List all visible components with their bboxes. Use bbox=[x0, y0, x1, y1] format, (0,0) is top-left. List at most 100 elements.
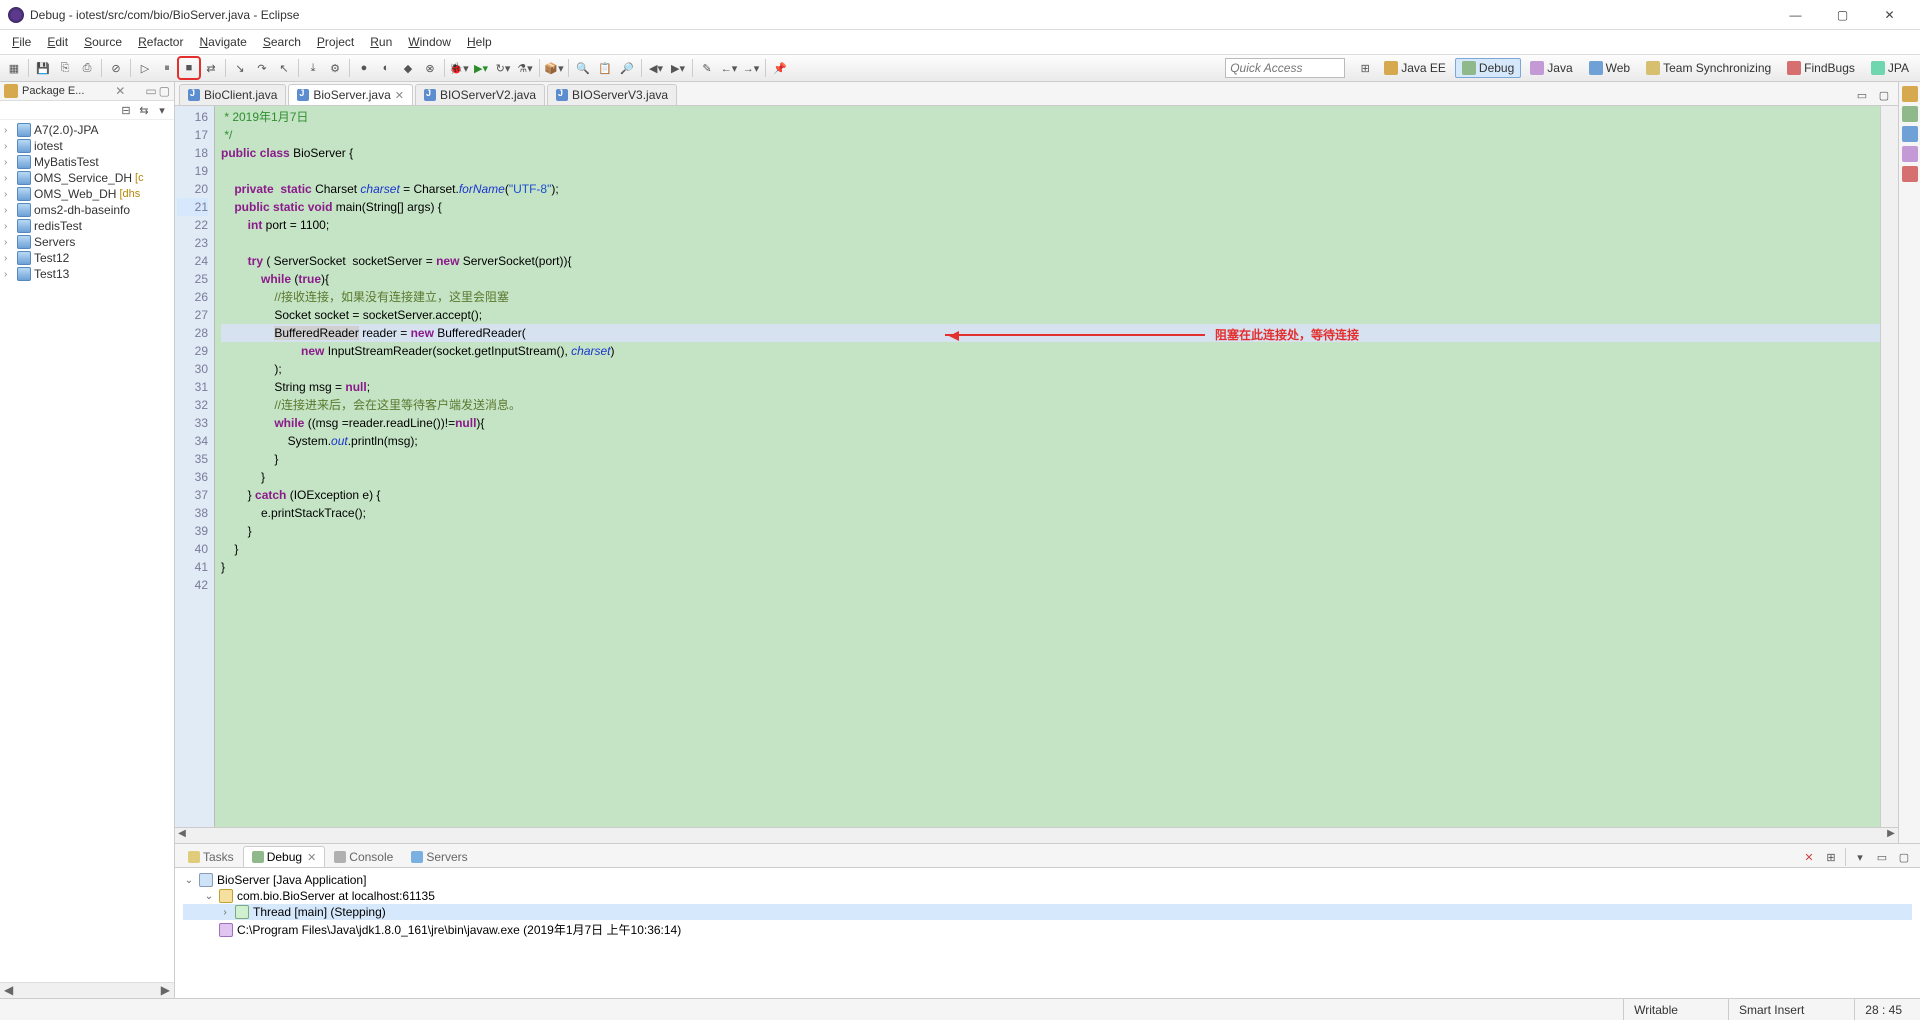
last-edit-icon[interactable]: ✎ bbox=[697, 58, 717, 78]
project-item[interactable]: ›Test13 bbox=[0, 266, 174, 282]
editor-tab[interactable]: BIOServerV2.java bbox=[415, 84, 545, 105]
hscroll-left-icon[interactable]: ◀ bbox=[175, 828, 189, 843]
hscroll-right-icon[interactable]: ▶ bbox=[1884, 828, 1898, 843]
debug-view-remove-icon[interactable]: ✕ bbox=[1799, 847, 1819, 867]
debug-view[interactable]: ⌄BioServer [Java Application] ⌄com.bio.B… bbox=[175, 868, 1920, 998]
perspective-web[interactable]: Web bbox=[1582, 58, 1637, 78]
search-icon[interactable]: 🔎 bbox=[617, 58, 637, 78]
palette-item-4-icon[interactable] bbox=[1902, 146, 1918, 162]
resume-icon[interactable]: ▷ bbox=[135, 58, 155, 78]
collapse-all-icon[interactable]: ⊟ bbox=[118, 102, 134, 118]
bottom-tab-tasks[interactable]: Tasks bbox=[179, 846, 243, 867]
editor-maximize-icon[interactable]: ▢ bbox=[1874, 85, 1894, 105]
print-icon[interactable]: ⎙ bbox=[77, 58, 97, 78]
skip-all-bp-icon[interactable]: ⊗ bbox=[420, 58, 440, 78]
menu-help[interactable]: Help bbox=[459, 33, 500, 51]
bottom-tab-debug[interactable]: Debug✕ bbox=[243, 846, 326, 867]
project-item[interactable]: ›redisTest bbox=[0, 218, 174, 234]
save-icon[interactable]: 💾 bbox=[33, 58, 53, 78]
project-item[interactable]: ›OMS_Web_DH [dhs bbox=[0, 186, 174, 202]
editor-tab[interactable]: BioServer.java✕ bbox=[288, 84, 413, 105]
code-editor[interactable]: 1617181920212223242526272829303132333435… bbox=[175, 106, 1898, 827]
project-item[interactable]: ›A7(2.0)-JPA bbox=[0, 122, 174, 138]
editor-tab[interactable]: BioClient.java bbox=[179, 84, 286, 105]
skip-breakpoints-icon[interactable]: ⊘ bbox=[106, 58, 126, 78]
editor-minimize-icon[interactable]: ▭ bbox=[1852, 85, 1872, 105]
open-perspective-icon[interactable]: ⊞ bbox=[1355, 58, 1375, 78]
debug-dropdown-icon[interactable]: 🐞▾ bbox=[449, 58, 469, 78]
palette-item-2-icon[interactable] bbox=[1902, 106, 1918, 122]
palette-item-5-icon[interactable] bbox=[1902, 166, 1918, 182]
annotation-next-icon[interactable]: ▶▾ bbox=[668, 58, 688, 78]
bottom-tab-servers[interactable]: Servers bbox=[402, 846, 476, 867]
editor-tab[interactable]: BIOServerV3.java bbox=[547, 84, 677, 105]
drop-frame-icon[interactable]: ⤓ bbox=[303, 58, 323, 78]
menu-edit[interactable]: Edit bbox=[39, 33, 76, 51]
terminate-icon[interactable]: ■ bbox=[179, 58, 199, 78]
close-tab-icon[interactable]: ✕ bbox=[307, 851, 316, 864]
perspective-java[interactable]: Java bbox=[1523, 58, 1579, 78]
close-tab-icon[interactable]: ✕ bbox=[395, 89, 404, 102]
perspective-debug[interactable]: Debug bbox=[1455, 58, 1521, 78]
step-into-icon[interactable]: ↘ bbox=[230, 58, 250, 78]
palette-item-1-icon[interactable] bbox=[1902, 86, 1918, 102]
perspective-jee[interactable]: Java EE bbox=[1377, 58, 1453, 78]
scroll-right-icon[interactable]: ▶ bbox=[161, 983, 170, 998]
annotation-prev-icon[interactable]: ◀▾ bbox=[646, 58, 666, 78]
step-filters-icon[interactable]: ⚙ bbox=[325, 58, 345, 78]
forward-icon[interactable]: →▾ bbox=[741, 58, 761, 78]
menu-search[interactable]: Search bbox=[255, 33, 309, 51]
close-button[interactable]: ✕ bbox=[1867, 1, 1912, 29]
minimize-view-icon[interactable]: ▭ bbox=[145, 84, 156, 98]
menu-window[interactable]: Window bbox=[400, 33, 459, 51]
menu-refactor[interactable]: Refactor bbox=[130, 33, 191, 51]
overview-ruler[interactable] bbox=[1880, 106, 1898, 827]
maximize-view-icon[interactable]: ▢ bbox=[159, 84, 170, 98]
link-editor-icon[interactable]: ⇆ bbox=[136, 102, 152, 118]
toggle-breakpoint-icon[interactable]: ● bbox=[354, 58, 374, 78]
view-menu-icon-2[interactable]: ▾ bbox=[1850, 847, 1870, 867]
back-icon[interactable]: ←▾ bbox=[719, 58, 739, 78]
open-type-icon[interactable]: 🔍 bbox=[573, 58, 593, 78]
suspend-icon[interactable]: ⏸ bbox=[157, 58, 177, 78]
disconnect-icon[interactable]: ⇄ bbox=[201, 58, 221, 78]
maximize-bottom-icon[interactable]: ▢ bbox=[1894, 847, 1914, 867]
perspective-jpa[interactable]: JPA bbox=[1864, 58, 1916, 78]
project-item[interactable]: ›oms2-dh-baseinfo bbox=[0, 202, 174, 218]
toggle-method-bp-icon[interactable]: ◆ bbox=[398, 58, 418, 78]
step-over-icon[interactable]: ↷ bbox=[252, 58, 272, 78]
new-icon[interactable]: ▦ bbox=[4, 58, 24, 78]
new-package-icon[interactable]: 📦▾ bbox=[544, 58, 564, 78]
project-item[interactable]: ›MyBatisTest bbox=[0, 154, 174, 170]
minimize-bottom-icon[interactable]: ▭ bbox=[1872, 847, 1892, 867]
menu-source[interactable]: Source bbox=[76, 33, 130, 51]
project-item[interactable]: ›OMS_Service_DH [c bbox=[0, 170, 174, 186]
minimize-button[interactable]: — bbox=[1773, 1, 1818, 29]
perspective-findbugs[interactable]: FindBugs bbox=[1780, 58, 1862, 78]
step-return-icon[interactable]: ↖ bbox=[274, 58, 294, 78]
project-item[interactable]: ›Test12 bbox=[0, 250, 174, 266]
open-task-icon[interactable]: 📋 bbox=[595, 58, 615, 78]
menu-run[interactable]: Run bbox=[362, 33, 400, 51]
run-last-icon[interactable]: ↻▾ bbox=[493, 58, 513, 78]
run-dropdown-icon[interactable]: ▶▾ bbox=[471, 58, 491, 78]
palette-item-3-icon[interactable] bbox=[1902, 126, 1918, 142]
quick-access-input[interactable] bbox=[1225, 58, 1345, 78]
scroll-left-icon[interactable]: ◀ bbox=[4, 983, 13, 998]
pin-icon[interactable]: 📌 bbox=[770, 58, 790, 78]
menu-navigate[interactable]: Navigate bbox=[191, 33, 254, 51]
save-all-icon[interactable]: ⎘ bbox=[55, 58, 75, 78]
menu-file[interactable]: File bbox=[4, 33, 39, 51]
close-view-icon[interactable]: ✕ bbox=[115, 84, 125, 98]
maximize-button[interactable]: ▢ bbox=[1820, 1, 1865, 29]
hscroll-track[interactable] bbox=[189, 828, 1884, 843]
external-tools-icon[interactable]: ⚗▾ bbox=[515, 58, 535, 78]
project-item[interactable]: ›iotest bbox=[0, 138, 174, 154]
bottom-tab-console[interactable]: Console bbox=[325, 846, 402, 867]
debug-view-layout-icon[interactable]: ⊞ bbox=[1821, 847, 1841, 867]
toggle-watchpoint-icon[interactable]: ◐ bbox=[376, 58, 396, 78]
project-item[interactable]: ›Servers bbox=[0, 234, 174, 250]
view-menu-icon[interactable]: ▾ bbox=[154, 102, 170, 118]
menu-project[interactable]: Project bbox=[309, 33, 362, 51]
perspective-team[interactable]: Team Synchronizing bbox=[1639, 58, 1778, 78]
